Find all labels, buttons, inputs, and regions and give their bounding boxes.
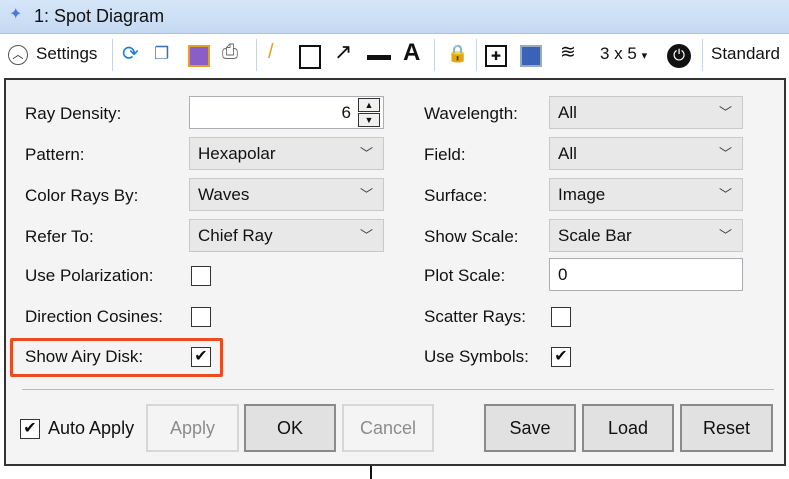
plot-scale-label: Plot Scale:: [424, 266, 506, 285]
show-scale-label: Show Scale:: [424, 227, 519, 246]
toolbar: ︿ Settings ⟳ ❐ ⎙ / ↗ A 🔒 ✚ ≋ 3 x 5 ▾ ⏻ S…: [0, 35, 789, 75]
divider: [256, 39, 257, 71]
title-bar: ✦ 1: Spot Diagram: [0, 0, 789, 34]
surface-label: Surface:: [424, 186, 488, 205]
layout-value: 3 x 5: [600, 44, 637, 63]
copy-icon[interactable]: ❐: [154, 44, 169, 64]
show-scale-value: Scale Bar: [558, 226, 632, 245]
load-button[interactable]: Load: [582, 404, 674, 452]
divider: [434, 39, 435, 71]
arrow-icon[interactable]: ↗: [334, 39, 352, 65]
text-icon[interactable]: A: [403, 39, 420, 67]
direction-cosines-checkbox[interactable]: [191, 307, 211, 327]
surface-select[interactable]: Image ﹀: [549, 178, 743, 211]
pattern-select[interactable]: Hexapolar ﹀: [189, 137, 384, 170]
chevron-down-icon: ﹀: [359, 187, 373, 202]
wavelength-select[interactable]: All ﹀: [549, 96, 743, 129]
window-icon[interactable]: [520, 45, 542, 67]
use-symbols-label: Use Symbols:: [424, 347, 529, 366]
use-symbols-checkbox[interactable]: ✔: [551, 347, 571, 367]
pattern-label: Pattern:: [25, 145, 85, 164]
power-icon[interactable]: ⏻: [667, 44, 691, 68]
use-polarization-checkbox[interactable]: [191, 266, 211, 286]
wavelength-label: Wavelength:: [424, 104, 518, 123]
scatter-rays-checkbox[interactable]: [551, 307, 571, 327]
use-polarization-label: Use Polarization:: [25, 266, 154, 285]
layout-dropdown[interactable]: 3 x 5 ▾: [600, 44, 647, 64]
ray-density-label: Ray Density:: [25, 104, 122, 123]
plot-axis: [370, 466, 372, 479]
rectangle-icon[interactable]: [299, 45, 321, 69]
lock-icon[interactable]: 🔒: [447, 44, 468, 64]
surface-value: Image: [558, 185, 606, 204]
layers-icon[interactable]: ≋: [560, 41, 576, 64]
direction-cosines-label: Direction Cosines:: [25, 307, 163, 326]
print-icon[interactable]: ⎙: [222, 41, 238, 64]
pencil-icon[interactable]: /: [268, 41, 274, 64]
color-rays-by-value: Waves: [198, 185, 250, 204]
fit-window-icon[interactable]: ✚: [485, 45, 507, 67]
refer-to-select[interactable]: Chief Ray ﹀: [189, 219, 384, 252]
dropdown-icon: ▾: [641, 50, 648, 62]
scatter-rays-label: Scatter Rays:: [424, 307, 527, 326]
chevron-down-icon: ﹀: [718, 187, 732, 202]
highlight-box: [10, 338, 223, 377]
increment-button[interactable]: ▲: [358, 98, 380, 112]
auto-apply-checkbox[interactable]: ✔: [20, 419, 40, 439]
wavelength-value: All: [558, 103, 577, 122]
auto-apply-label: Auto Apply: [48, 418, 135, 438]
chevron-down-icon: ﹀: [718, 146, 732, 161]
save-image-icon[interactable]: [188, 45, 210, 67]
refer-to-label: Refer To:: [25, 227, 94, 246]
chevron-down-icon: ﹀: [718, 228, 732, 243]
chevron-down-icon: ﹀: [359, 146, 373, 161]
show-scale-select[interactable]: Scale Bar ﹀: [549, 219, 743, 252]
apply-button[interactable]: Apply: [146, 404, 239, 452]
divider: [112, 39, 113, 71]
refer-to-value: Chief Ray: [198, 226, 273, 245]
ray-density-input[interactable]: 6: [189, 96, 384, 129]
standard-button[interactable]: Standard: [711, 44, 780, 64]
ok-button[interactable]: OK: [244, 404, 336, 452]
field-value: All: [558, 144, 577, 163]
color-rays-by-select[interactable]: Waves ﹀: [189, 178, 384, 211]
chevron-down-icon: ﹀: [718, 105, 732, 120]
plot-scale-input[interactable]: 0: [549, 258, 743, 291]
save-button[interactable]: Save: [484, 404, 576, 452]
separator: [22, 389, 774, 390]
line-icon[interactable]: [367, 55, 391, 60]
window-title: 1: Spot Diagram: [34, 6, 165, 26]
color-rays-by-label: Color Rays By:: [25, 186, 139, 205]
field-label: Field:: [424, 145, 466, 164]
spot-diagram-icon: ✦: [9, 6, 23, 23]
chevron-down-icon: ﹀: [359, 228, 373, 243]
reset-button[interactable]: Reset: [680, 404, 773, 452]
divider: [476, 39, 477, 71]
collapse-settings-icon[interactable]: ︿: [8, 45, 28, 65]
divider: [702, 39, 703, 71]
cancel-button[interactable]: Cancel: [342, 404, 434, 452]
field-select[interactable]: All ﹀: [549, 137, 743, 170]
decrement-button[interactable]: ▼: [358, 113, 380, 127]
refresh-icon[interactable]: ⟳: [122, 41, 139, 66]
pattern-value: Hexapolar: [198, 144, 276, 163]
settings-button[interactable]: Settings: [36, 44, 97, 64]
